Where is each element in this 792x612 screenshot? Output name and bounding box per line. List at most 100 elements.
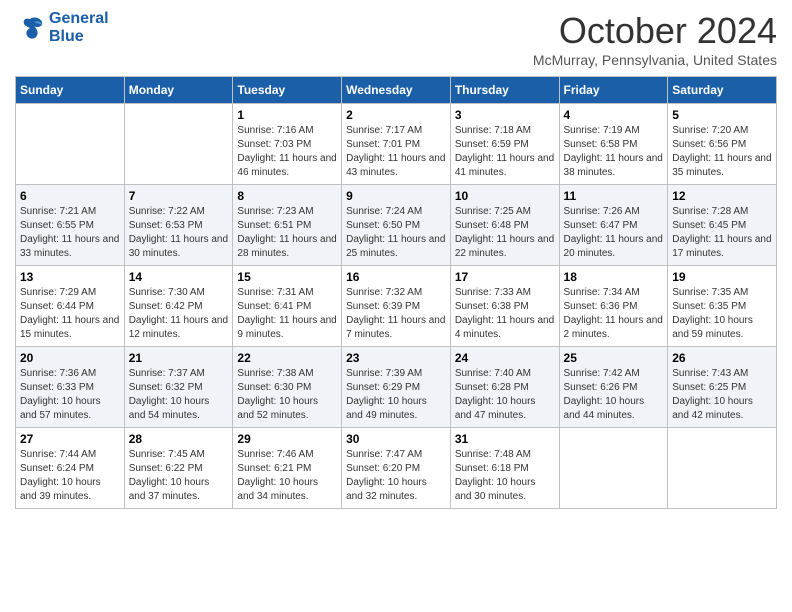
calendar-week-row: 27Sunrise: 7:44 AM Sunset: 6:24 PM Dayli… [16, 428, 777, 509]
calendar-cell: 22 Sunrise: 7:38 AM Sunset: 6:30 PM Dayli… [233, 347, 342, 428]
day-info: Sunrise: 7:31 AM Sunset: 6:41 PM Dayligh… [237, 286, 337, 342]
day-number: 17 [455, 270, 555, 284]
calendar-week-row: 13Sunrise: 7:29 AM Sunset: 6:44 PM Dayli… [16, 266, 777, 347]
day-info: Sunrise: 7:46 AM Sunset: 6:21 PM Dayligh… [237, 448, 337, 504]
calendar-cell [559, 428, 668, 509]
day-number: 27 [20, 432, 120, 446]
day-number: 26 [672, 351, 772, 365]
day-info: Sunrise: 7:30 AM Sunset: 6:42 PM Dayligh… [129, 286, 229, 342]
day-info: Sunrise: 7:23 AM Sunset: 6:51 PM Dayligh… [237, 205, 337, 261]
calendar-cell: 11 Sunrise: 7:26 AM Sunset: 6:47 PM Dayli… [559, 185, 668, 266]
day-info: Sunrise: 7:28 AM Sunset: 6:45 PM Dayligh… [672, 205, 772, 261]
calendar-cell: 2 Sunrise: 7:17 AM Sunset: 7:01 PM Daylig… [342, 104, 451, 185]
day-number: 22 [237, 351, 337, 365]
calendar-cell: 3Sunrise: 7:18 AM Sunset: 6:59 PM Daylig… [450, 104, 559, 185]
calendar-cell: 23 Sunrise: 7:39 AM Sunset: 6:29 PM Dayli… [342, 347, 451, 428]
calendar-cell: 16Sunrise: 7:32 AM Sunset: 6:39 PM Dayli… [342, 266, 451, 347]
calendar-cell: 25 Sunrise: 7:42 AM Sunset: 6:26 PM Dayli… [559, 347, 668, 428]
calendar-cell: 4 Sunrise: 7:19 AM Sunset: 6:58 PM Daylig… [559, 104, 668, 185]
title-block: October 2024 McMurray, Pennsylvania, Uni… [533, 10, 777, 68]
day-info: Sunrise: 7:42 AM Sunset: 6:26 PM Dayligh… [564, 367, 664, 423]
day-info: Sunrise: 7:39 AM Sunset: 6:29 PM Dayligh… [346, 367, 446, 423]
calendar-cell: 5 Sunrise: 7:20 AM Sunset: 6:56 PM Daylig… [668, 104, 777, 185]
day-info: Sunrise: 7:37 AM Sunset: 6:32 PM Dayligh… [129, 367, 229, 423]
day-number: 19 [672, 270, 772, 284]
day-number: 31 [455, 432, 555, 446]
weekday-header: Wednesday [342, 77, 451, 104]
calendar-cell: 1 Sunrise: 7:16 AM Sunset: 7:03 PM Daylig… [233, 104, 342, 185]
day-number: 25 [564, 351, 664, 365]
calendar-cell: 12 Sunrise: 7:28 AM Sunset: 6:45 PM Dayli… [668, 185, 777, 266]
calendar-cell: 13Sunrise: 7:29 AM Sunset: 6:44 PM Dayli… [16, 266, 125, 347]
day-number: 23 [346, 351, 446, 365]
logo-text: General Blue [49, 10, 109, 46]
day-info: Sunrise: 7:40 AM Sunset: 6:28 PM Dayligh… [455, 367, 555, 423]
day-number: 9 [346, 189, 446, 203]
day-number: 5 [672, 108, 772, 122]
day-number: 6 [20, 189, 120, 203]
day-number: 15 [237, 270, 337, 284]
calendar-cell [668, 428, 777, 509]
day-number: 2 [346, 108, 446, 122]
month-title: October 2024 [533, 10, 777, 52]
calendar-week-row: 6 Sunrise: 7:21 AM Sunset: 6:55 PM Daylig… [16, 185, 777, 266]
day-number: 11 [564, 189, 664, 203]
calendar-cell: 29 Sunrise: 7:46 AM Sunset: 6:21 PM Dayli… [233, 428, 342, 509]
day-info: Sunrise: 7:35 AM Sunset: 6:35 PM Dayligh… [672, 286, 772, 342]
day-info: Sunrise: 7:20 AM Sunset: 6:56 PM Dayligh… [672, 124, 772, 180]
day-info: Sunrise: 7:38 AM Sunset: 6:30 PM Dayligh… [237, 367, 337, 423]
weekday-header-row: SundayMondayTuesdayWednesdayThursdayFrid… [16, 77, 777, 104]
day-number: 21 [129, 351, 229, 365]
day-info: Sunrise: 7:17 AM Sunset: 7:01 PM Dayligh… [346, 124, 446, 180]
weekday-header: Saturday [668, 77, 777, 104]
day-info: Sunrise: 7:34 AM Sunset: 6:36 PM Dayligh… [564, 286, 664, 342]
calendar-cell: 30 Sunrise: 7:47 AM Sunset: 6:20 PM Dayli… [342, 428, 451, 509]
calendar-cell [124, 104, 233, 185]
day-info: Sunrise: 7:19 AM Sunset: 6:58 PM Dayligh… [564, 124, 664, 180]
calendar-cell: 15 Sunrise: 7:31 AM Sunset: 6:41 PM Dayli… [233, 266, 342, 347]
calendar-table: SundayMondayTuesdayWednesdayThursdayFrid… [15, 76, 777, 509]
page-header: General Blue October 2024 McMurray, Penn… [15, 10, 777, 68]
day-number: 8 [237, 189, 337, 203]
day-info: Sunrise: 7:29 AM Sunset: 6:44 PM Dayligh… [20, 286, 120, 342]
logo: General Blue [15, 10, 109, 46]
day-info: Sunrise: 7:25 AM Sunset: 6:48 PM Dayligh… [455, 205, 555, 261]
calendar-cell: 28Sunrise: 7:45 AM Sunset: 6:22 PM Dayli… [124, 428, 233, 509]
day-info: Sunrise: 7:22 AM Sunset: 6:53 PM Dayligh… [129, 205, 229, 261]
day-info: Sunrise: 7:18 AM Sunset: 6:59 PM Dayligh… [455, 124, 555, 180]
day-info: Sunrise: 7:43 AM Sunset: 6:25 PM Dayligh… [672, 367, 772, 423]
day-info: Sunrise: 7:47 AM Sunset: 6:20 PM Dayligh… [346, 448, 446, 504]
calendar-cell: 19 Sunrise: 7:35 AM Sunset: 6:35 PM Dayli… [668, 266, 777, 347]
day-info: Sunrise: 7:33 AM Sunset: 6:38 PM Dayligh… [455, 286, 555, 342]
day-info: Sunrise: 7:48 AM Sunset: 6:18 PM Dayligh… [455, 448, 555, 504]
day-info: Sunrise: 7:24 AM Sunset: 6:50 PM Dayligh… [346, 205, 446, 261]
day-info: Sunrise: 7:26 AM Sunset: 6:47 PM Dayligh… [564, 205, 664, 261]
weekday-header: Sunday [16, 77, 125, 104]
calendar-cell: 17 Sunrise: 7:33 AM Sunset: 6:38 PM Dayli… [450, 266, 559, 347]
calendar-cell: 8 Sunrise: 7:23 AM Sunset: 6:51 PM Daylig… [233, 185, 342, 266]
weekday-header: Thursday [450, 77, 559, 104]
day-number: 29 [237, 432, 337, 446]
calendar-cell: 20 Sunrise: 7:36 AM Sunset: 6:33 PM Dayli… [16, 347, 125, 428]
day-number: 20 [20, 351, 120, 365]
day-number: 30 [346, 432, 446, 446]
calendar-cell: 7 Sunrise: 7:22 AM Sunset: 6:53 PM Daylig… [124, 185, 233, 266]
day-number: 4 [564, 108, 664, 122]
location: McMurray, Pennsylvania, United States [533, 52, 777, 68]
day-number: 7 [129, 189, 229, 203]
weekday-header: Monday [124, 77, 233, 104]
day-number: 12 [672, 189, 772, 203]
day-number: 1 [237, 108, 337, 122]
day-info: Sunrise: 7:32 AM Sunset: 6:39 PM Dayligh… [346, 286, 446, 342]
day-info: Sunrise: 7:16 AM Sunset: 7:03 PM Dayligh… [237, 124, 337, 180]
calendar-week-row: 1 Sunrise: 7:16 AM Sunset: 7:03 PM Daylig… [16, 104, 777, 185]
day-number: 28 [129, 432, 229, 446]
calendar-cell: 21 Sunrise: 7:37 AM Sunset: 6:32 PM Dayli… [124, 347, 233, 428]
logo-icon [15, 13, 45, 43]
day-info: Sunrise: 7:36 AM Sunset: 6:33 PM Dayligh… [20, 367, 120, 423]
day-info: Sunrise: 7:21 AM Sunset: 6:55 PM Dayligh… [20, 205, 120, 261]
calendar-cell: 26 Sunrise: 7:43 AM Sunset: 6:25 PM Dayli… [668, 347, 777, 428]
calendar-cell: 9 Sunrise: 7:24 AM Sunset: 6:50 PM Daylig… [342, 185, 451, 266]
calendar-cell: 27Sunrise: 7:44 AM Sunset: 6:24 PM Dayli… [16, 428, 125, 509]
calendar-cell: 31 Sunrise: 7:48 AM Sunset: 6:18 PM Dayli… [450, 428, 559, 509]
